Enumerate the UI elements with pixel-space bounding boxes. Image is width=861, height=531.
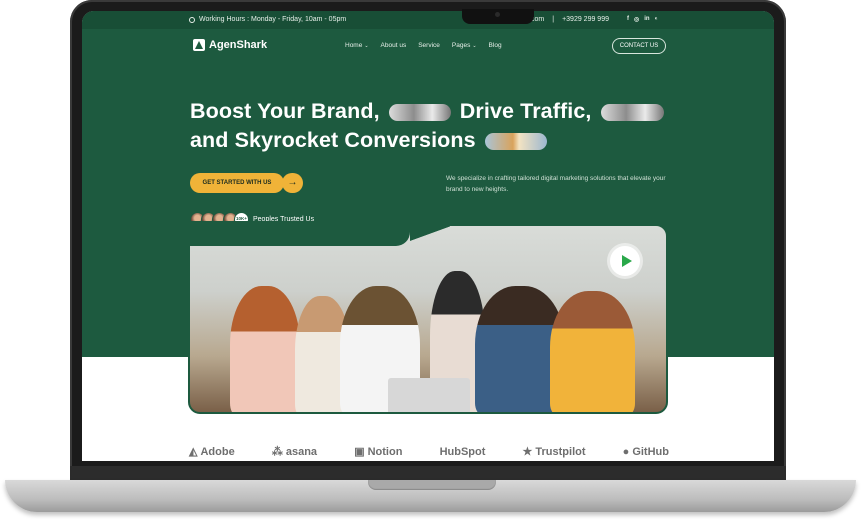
- photo-corner-cutout: [188, 221, 450, 246]
- working-hours: Working Hours : Monday - Friday, 10am - …: [189, 16, 346, 23]
- adobe-icon: ◭: [189, 446, 198, 458]
- get-started-button[interactable]: GET STARTED WITH US: [190, 173, 284, 193]
- working-hours-text: Working Hours : Monday - Friday, 10am - …: [199, 16, 347, 23]
- brand-notion: ▣ Notion: [354, 445, 403, 459]
- logo-text: AgenShark: [209, 39, 268, 51]
- contact-us-button[interactable]: CONTACT US: [612, 38, 666, 54]
- photo-person: [550, 291, 635, 412]
- facebook-icon[interactable]: f: [627, 16, 629, 23]
- social-links: f ◎ in ◐: [627, 16, 658, 23]
- camera-notch: [462, 9, 534, 24]
- main-navbar: AgenShark Home ⌄ About us Service Pages ⌄ …: [82, 29, 774, 63]
- hero-tagline: We specialize in crafting tailored digit…: [446, 175, 666, 193]
- photo-person: [230, 286, 300, 412]
- headline-part-1: Boost Your Brand,: [190, 99, 380, 123]
- chevron-down-icon: ⌄: [364, 43, 369, 49]
- hero-headline: Boost Your Brand, Drive Traffic, and Sky…: [190, 97, 667, 155]
- github-icon: ●: [622, 445, 630, 458]
- nav-item-blog[interactable]: Blog: [489, 42, 502, 49]
- skype-icon[interactable]: ◐: [655, 16, 659, 23]
- team-photo: [188, 224, 668, 414]
- headline-inline-image-2: [600, 103, 664, 121]
- brand-adobe: ◭ Adobe: [189, 445, 235, 459]
- brand-logos: ◭ Adobe ⁂ asana ▣ Notion HubSpot ★ Trustpilo…: [189, 445, 669, 459]
- clock-icon: [189, 16, 195, 23]
- headline-inline-image-1: [388, 103, 451, 121]
- nav-item-service[interactable]: Service: [418, 42, 440, 49]
- laptop-base: [5, 480, 856, 512]
- asana-icon: ⁂: [271, 446, 283, 458]
- arrow-right-icon[interactable]: →: [282, 173, 303, 193]
- laptop-hinge: [70, 466, 786, 480]
- photo-laptop: [388, 378, 470, 412]
- chevron-down-icon: ⌄: [472, 43, 477, 49]
- brand-hubspot: HubSpot: [439, 445, 486, 458]
- headline-inline-image-3: [484, 132, 547, 150]
- nav-item-home[interactable]: Home ⌄: [345, 42, 369, 49]
- nav-item-pages[interactable]: Pages ⌄: [452, 42, 477, 49]
- brand-github: ● GitHub: [622, 445, 669, 458]
- camera-icon: [495, 12, 500, 17]
- divider: |: [552, 16, 555, 23]
- site-logo[interactable]: AgenShark: [193, 39, 267, 51]
- notion-icon: ▣: [354, 446, 365, 458]
- headline-part-3: and Skyrocket Conversions: [190, 128, 476, 152]
- trackpad-groove: [368, 480, 496, 490]
- star-icon: ★: [522, 446, 533, 458]
- play-video-button[interactable]: [610, 246, 640, 276]
- nav-menu: Home ⌄ About us Service Pages ⌄ Blog: [345, 42, 502, 49]
- linkedin-icon[interactable]: in: [644, 16, 649, 23]
- photo-people: [190, 266, 666, 412]
- website-screen: Working Hours : Monday - Friday, 10am - …: [82, 11, 774, 461]
- top-info-bar: Working Hours : Monday - Friday, 10am - …: [82, 11, 774, 29]
- brand-trustpilot: ★ Trustpilot: [522, 445, 586, 459]
- brand-asana: ⁂ asana: [271, 445, 318, 459]
- get-started-cta[interactable]: GET STARTED WITH US →: [190, 173, 305, 193]
- phone-link[interactable]: +3929 299 999: [562, 16, 609, 23]
- logo-icon: [193, 39, 205, 51]
- instagram-icon[interactable]: ◎: [634, 16, 639, 23]
- headline-part-2: Drive Traffic,: [459, 99, 592, 123]
- nav-item-about-us[interactable]: About us: [381, 42, 407, 49]
